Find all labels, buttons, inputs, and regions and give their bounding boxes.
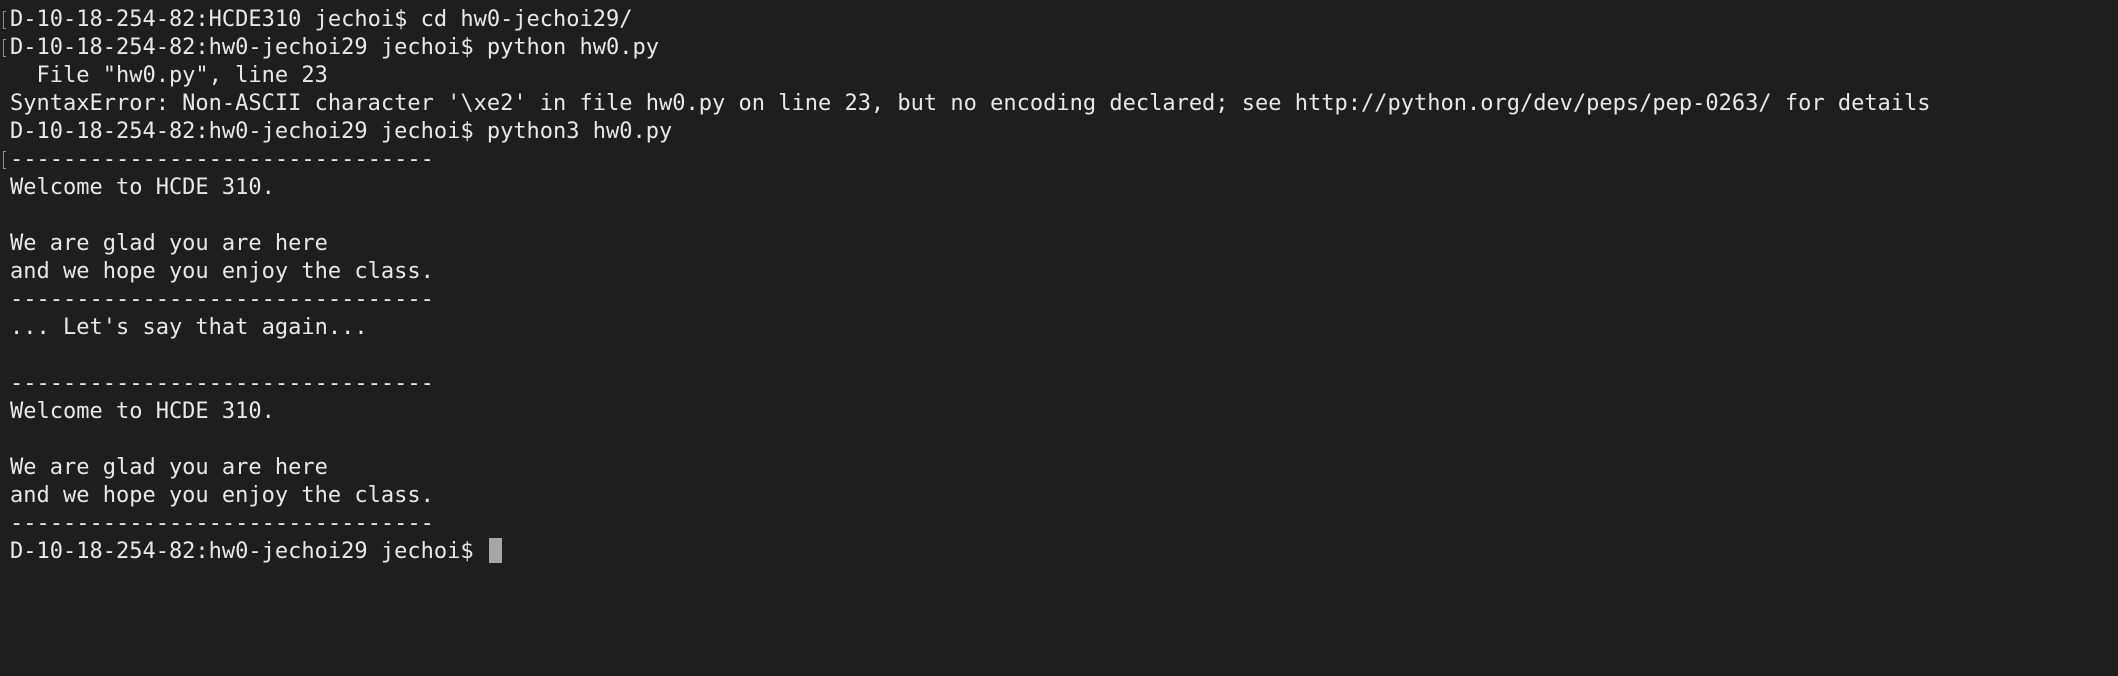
shell-prompt: D-10-18-254-82:hw0-jechoi29 jechoi$	[10, 539, 487, 564]
terminal-line: --------------------------------	[10, 287, 434, 312]
terminal-line: Welcome to HCDE 310.	[10, 399, 275, 424]
terminal-line: and we hope you enjoy the class.	[10, 259, 434, 284]
terminal-line: --------------------------------	[10, 511, 434, 536]
command-mark	[3, 39, 6, 57]
command-mark	[3, 11, 6, 29]
terminal-output: D-10-18-254-82:HCDE310 jechoi$ cd hw0-je…	[3, 6, 2110, 566]
terminal-line: We are glad you are here	[10, 231, 328, 256]
terminal-line: SyntaxError: Non-ASCII character '\xe2' …	[10, 91, 1931, 116]
terminal-line: ... Let's say that again...	[10, 315, 368, 340]
terminal-line: --------------------------------	[3, 146, 2110, 174]
terminal-window[interactable]: D-10-18-254-82:HCDE310 jechoi$ cd hw0-je…	[0, 0, 2118, 676]
command-mark	[3, 151, 6, 169]
terminal-line: D-10-18-254-82:HCDE310 jechoi$ cd hw0-je…	[3, 6, 2110, 34]
terminal-line: We are glad you are here	[10, 455, 328, 480]
terminal-line: Welcome to HCDE 310.	[10, 175, 275, 200]
terminal-line: D-10-18-254-82:hw0-jechoi29 jechoi$ pyth…	[10, 119, 673, 144]
terminal-line: File "hw0.py", line 23	[10, 63, 328, 88]
text-cursor	[488, 538, 502, 563]
prompt-line[interactable]: D-10-18-254-82:hw0-jechoi29 jechoi$	[10, 538, 2110, 566]
terminal-line: D-10-18-254-82:hw0-jechoi29 jechoi$ pyth…	[3, 34, 2110, 62]
terminal-line: --------------------------------	[10, 371, 434, 396]
terminal-line: and we hope you enjoy the class.	[10, 483, 434, 508]
